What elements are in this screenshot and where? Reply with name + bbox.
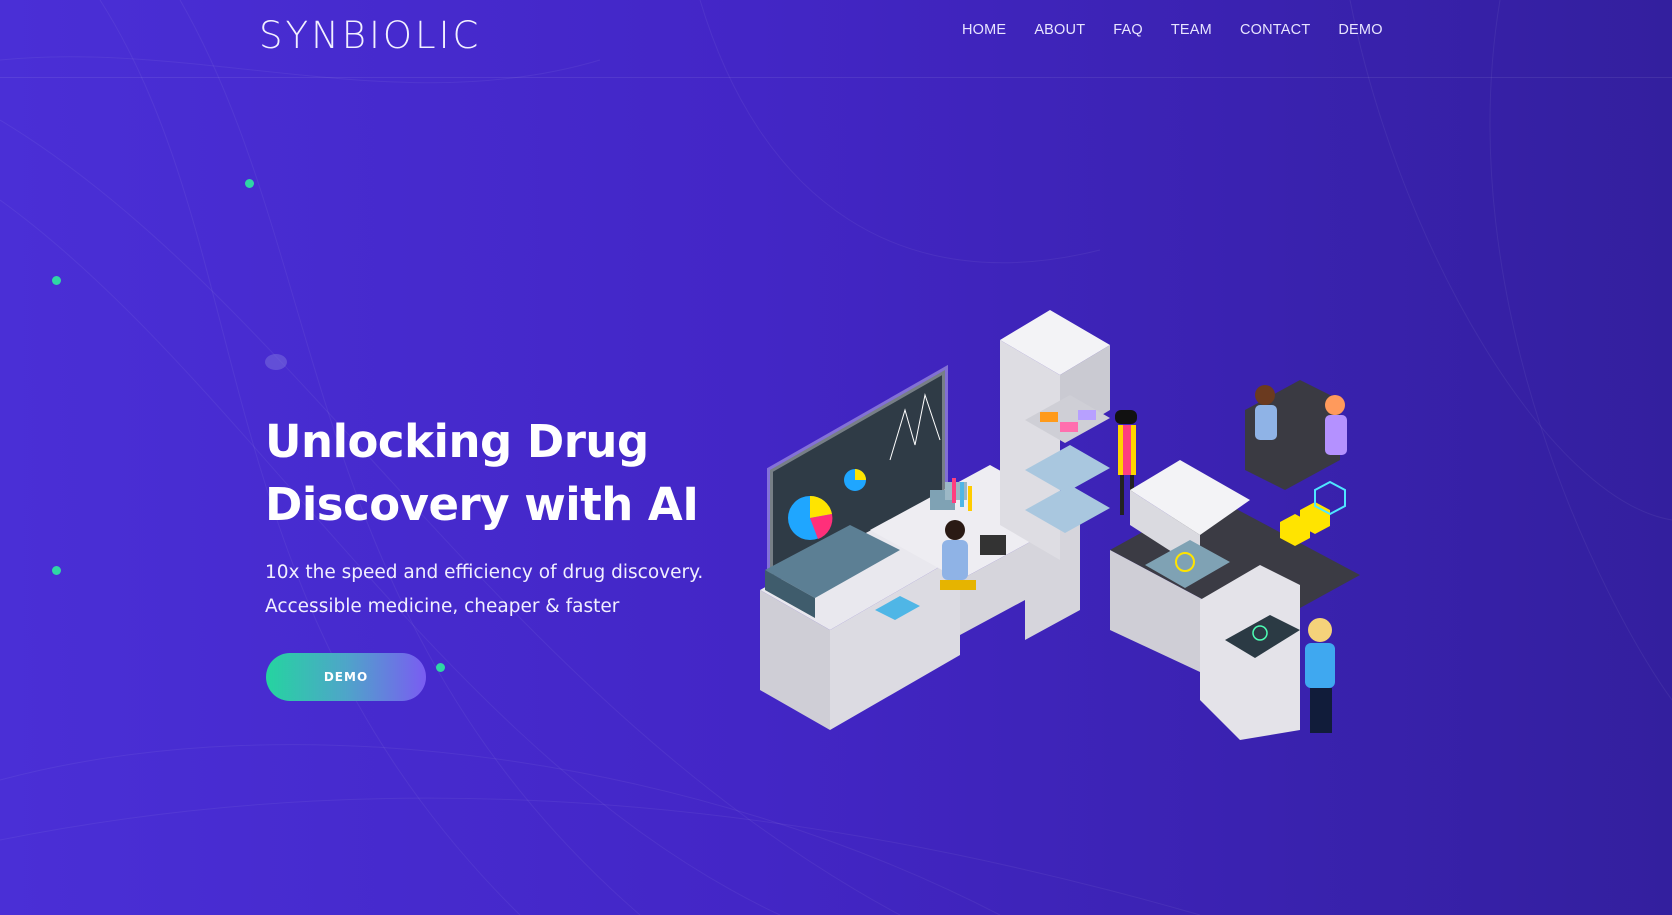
decor-dot xyxy=(52,276,61,285)
hero-subtitle-line-2: Accessible medicine, cheaper & faster xyxy=(265,596,620,617)
nav-home[interactable]: HOME xyxy=(962,22,1006,38)
site-header: SYNBIOLIC HOME ABOUT FAQ TEAM CONTACT DE… xyxy=(0,0,1672,78)
nav-contact[interactable]: CONTACT xyxy=(1240,22,1310,38)
lab-shelving xyxy=(1000,310,1137,560)
hero-subtitle: 10x the speed and efficiency of drug dis… xyxy=(265,556,785,624)
decor-dot xyxy=(52,566,61,575)
hero-subtitle-line-1: 10x the speed and efficiency of drug dis… xyxy=(265,562,704,583)
hero-title: Unlocking Drug Discovery with AI xyxy=(265,410,785,536)
demo-button[interactable]: DEMO xyxy=(266,653,426,701)
nav-faq[interactable]: FAQ xyxy=(1113,22,1143,38)
decor-dot xyxy=(245,179,254,188)
decor-dot xyxy=(436,663,445,672)
main-nav: HOME ABOUT FAQ TEAM CONTACT DEMO xyxy=(962,22,1383,38)
brand-logo[interactable]: SYNBIOLIC xyxy=(259,14,481,57)
nav-about[interactable]: ABOUT xyxy=(1034,22,1085,38)
hero-title-line-2: Discovery with AI xyxy=(265,478,699,531)
nav-team[interactable]: TEAM xyxy=(1171,22,1212,38)
hero-title-line-1: Unlocking Drug xyxy=(265,415,649,468)
decor-blob xyxy=(265,354,287,370)
nav-demo[interactable]: DEMO xyxy=(1338,22,1382,38)
lab-illustration xyxy=(760,310,1360,740)
